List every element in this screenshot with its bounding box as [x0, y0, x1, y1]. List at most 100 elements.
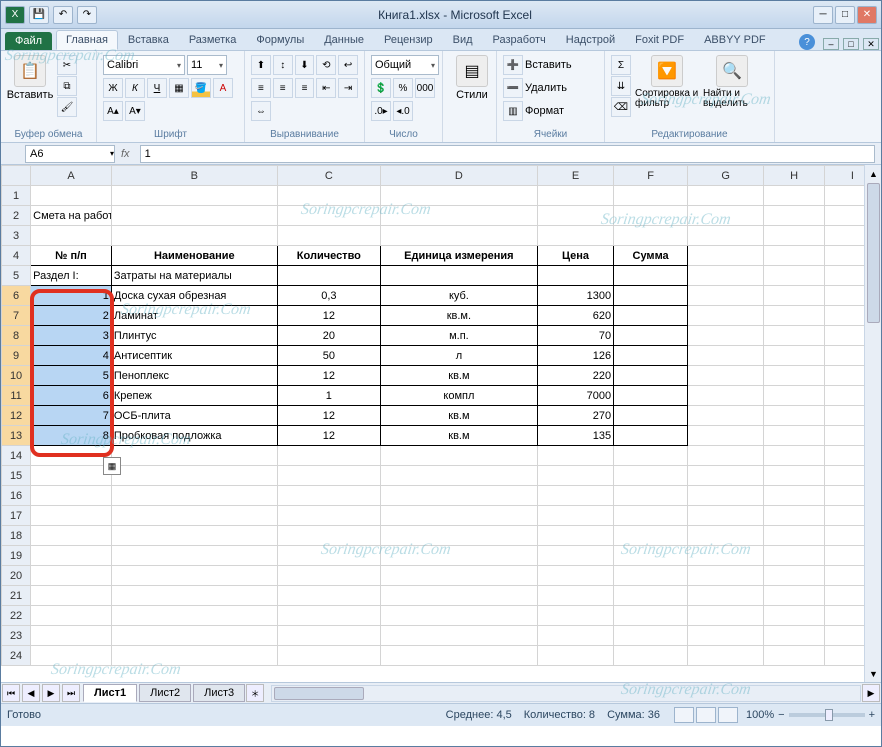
row-header-23[interactable]: 23 [2, 626, 31, 646]
cell[interactable] [764, 626, 825, 646]
cell-A2[interactable]: Смета на работы [31, 206, 112, 226]
align-center-icon[interactable]: ≡ [273, 78, 293, 98]
sheet-nav-first-icon[interactable]: ⏮ [2, 684, 20, 702]
cell[interactable] [764, 646, 825, 666]
zoom-in-button[interactable]: + [869, 709, 875, 721]
tab-insert[interactable]: Вставка [118, 30, 179, 50]
cell[interactable] [764, 606, 825, 626]
col-header-C[interactable]: C [277, 166, 380, 186]
sheet-tab-3[interactable]: Лист3 [193, 684, 245, 702]
row-header-3[interactable]: 3 [2, 226, 31, 246]
name-box[interactable]: A6▾ [25, 145, 115, 163]
cell[interactable] [111, 206, 277, 226]
cell[interactable] [380, 626, 537, 646]
row-header-10[interactable]: 10 [2, 366, 31, 386]
font-size-combo[interactable]: 11▾ [187, 55, 227, 75]
col-header-E[interactable]: E [537, 166, 613, 186]
cell-A12[interactable]: 7 [31, 406, 112, 426]
cell[interactable] [277, 486, 380, 506]
cell[interactable] [380, 586, 537, 606]
format-cells-icon[interactable]: ▥ [503, 101, 523, 121]
cell[interactable] [277, 646, 380, 666]
cell[interactable] [688, 466, 764, 486]
currency-icon[interactable]: 💲 [371, 78, 391, 98]
cell[interactable] [537, 206, 613, 226]
cell[interactable] [111, 226, 277, 246]
zoom-slider[interactable] [789, 713, 865, 717]
cell[interactable] [277, 506, 380, 526]
cell[interactable] [688, 506, 764, 526]
cell[interactable] [614, 606, 688, 626]
close-button[interactable]: ✕ [857, 6, 877, 24]
cell[interactable] [688, 586, 764, 606]
minimize-button[interactable]: ─ [813, 6, 833, 24]
row-header-15[interactable]: 15 [2, 466, 31, 486]
tab-addins[interactable]: Надстрой [556, 30, 625, 50]
tab-formulas[interactable]: Формулы [246, 30, 314, 50]
paste-button[interactable]: 📋 Вставить [7, 55, 53, 101]
font-color-button[interactable]: A [213, 78, 233, 98]
cell[interactable] [31, 186, 112, 206]
cell[interactable] [380, 226, 537, 246]
cell[interactable] [614, 506, 688, 526]
cell[interactable] [380, 186, 537, 206]
cell[interactable] [537, 226, 613, 246]
cell[interactable] [614, 526, 688, 546]
cell[interactable] [31, 226, 112, 246]
cell[interactable] [537, 586, 613, 606]
help-icon[interactable]: ? [799, 34, 815, 50]
col-header-D[interactable]: D [380, 166, 537, 186]
autofill-options-icon[interactable]: ▦ [103, 457, 121, 475]
cell[interactable] [764, 446, 825, 466]
cell[interactable] [111, 586, 277, 606]
fill-color-button[interactable]: 🪣 [191, 78, 211, 98]
align-bottom-icon[interactable]: ⬇ [295, 55, 315, 75]
doc-restore-icon[interactable]: □ [843, 38, 859, 50]
cell[interactable] [614, 486, 688, 506]
cell[interactable] [764, 466, 825, 486]
cell[interactable] [537, 646, 613, 666]
row-header-2[interactable]: 2 [2, 206, 31, 226]
clear-icon[interactable]: ⌫ [611, 97, 631, 117]
cell[interactable] [614, 546, 688, 566]
merge-center-button[interactable]: ⇔ [251, 101, 271, 121]
cell[interactable] [614, 446, 688, 466]
row-header-22[interactable]: 22 [2, 606, 31, 626]
cell[interactable] [688, 646, 764, 666]
cell-A7[interactable]: 2 [31, 306, 112, 326]
percent-icon[interactable]: % [393, 78, 413, 98]
cell[interactable] [614, 466, 688, 486]
cell[interactable] [764, 226, 825, 246]
col-header-F[interactable]: F [614, 166, 688, 186]
row-header-11[interactable]: 11 [2, 386, 31, 406]
row-header-17[interactable]: 17 [2, 506, 31, 526]
row-header-7[interactable]: 7 [2, 306, 31, 326]
cell[interactable] [537, 626, 613, 646]
cell[interactable] [614, 226, 688, 246]
row-header-21[interactable]: 21 [2, 586, 31, 606]
cell[interactable] [111, 546, 277, 566]
cell-A11[interactable]: 6 [31, 386, 112, 406]
cell[interactable] [111, 626, 277, 646]
cell[interactable] [111, 506, 277, 526]
sort-filter-button[interactable]: 🔽 Сортировка и фильтр [635, 55, 699, 109]
cell[interactable] [537, 486, 613, 506]
row-header-19[interactable]: 19 [2, 546, 31, 566]
bold-button[interactable]: Ж [103, 78, 123, 98]
cell[interactable] [31, 546, 112, 566]
tab-developer[interactable]: Разработч [483, 30, 556, 50]
cell[interactable] [380, 546, 537, 566]
cell[interactable] [111, 486, 277, 506]
cell[interactable] [31, 486, 112, 506]
cell[interactable] [277, 626, 380, 646]
cell[interactable] [764, 526, 825, 546]
view-normal-icon[interactable] [674, 707, 694, 723]
cell[interactable] [614, 206, 688, 226]
cell[interactable] [380, 526, 537, 546]
cell-A13[interactable]: 8 [31, 426, 112, 446]
cell[interactable] [31, 526, 112, 546]
cell[interactable] [31, 506, 112, 526]
ribbon-minimize-icon[interactable]: – [823, 38, 839, 50]
cell[interactable] [380, 566, 537, 586]
scroll-right-icon[interactable]: ▶ [862, 684, 880, 702]
